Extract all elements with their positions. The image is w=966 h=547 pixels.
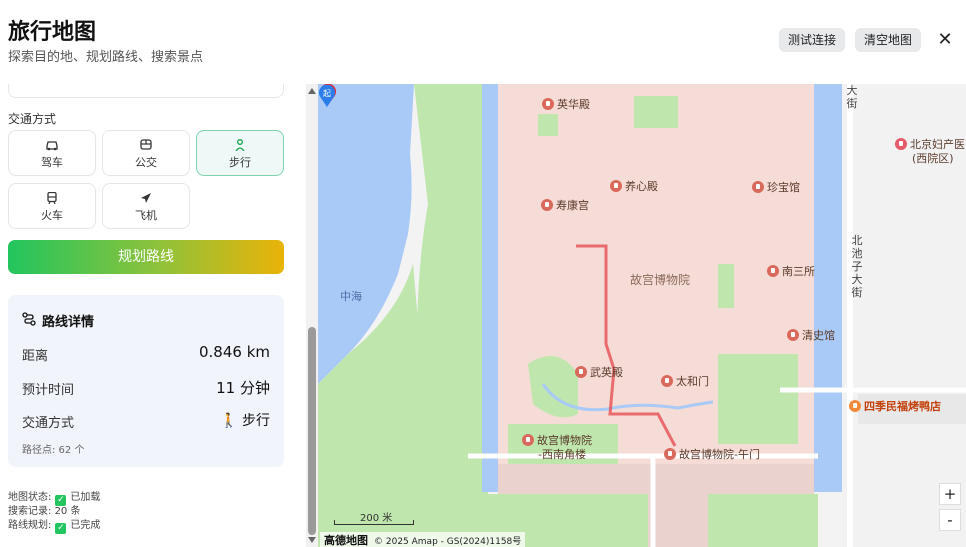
mode-driving-button[interactable]: 驾车 [8, 130, 96, 176]
poi-label: 寿康宫 [556, 199, 589, 212]
route-status: 路线规划: ✓ 已完成 [8, 516, 100, 534]
scroll-down-arrow-icon[interactable] [308, 537, 316, 543]
poi-icon [787, 329, 799, 341]
distance-value: 0.846 km [198, 343, 270, 361]
poi-label: 南三所 [782, 265, 815, 278]
sidebar-scrollbar[interactable] [306, 84, 318, 547]
test-connection-button[interactable]: 测试连接 [779, 28, 846, 52]
check-icon: ✓ [55, 523, 67, 534]
poi-marker[interactable]: 养心殿 [610, 178, 658, 194]
scale-bar [334, 520, 414, 525]
poi-marker[interactable]: 南三所 [767, 263, 815, 279]
restaurant-icon [849, 400, 861, 412]
copyright-text: © 2025 Amap - GS(2024)1158号 [374, 537, 522, 547]
poi-label: 太和门 [676, 375, 709, 388]
poi-icon [542, 98, 554, 110]
plan-route-button[interactable]: 规划路线 [8, 240, 284, 274]
status-label: 路线规划: [8, 520, 52, 531]
restaurant-marker[interactable]: 四季民福烤鸭店 [849, 398, 941, 414]
bus-icon [140, 139, 152, 150]
mode-train-button[interactable]: 火车 [8, 183, 96, 229]
hospital-icon [895, 138, 907, 150]
map-canvas [318, 84, 966, 547]
poi-label: (西院区) [912, 152, 954, 165]
poi-label: 珍宝馆 [767, 181, 800, 194]
car-icon [46, 141, 58, 151]
poi-marker[interactable]: 太和门 [661, 373, 709, 389]
area-label: 故宫博物院 [630, 273, 691, 287]
mode-label: 交通方式 [22, 416, 75, 431]
poi-marker[interactable]: 清史馆 [787, 327, 835, 343]
status-value: 已完成 [70, 520, 101, 531]
time-value: 11 分钟 [216, 379, 270, 397]
mode-label: 飞机 [135, 209, 157, 222]
mode-plane-button[interactable]: 飞机 [102, 183, 190, 229]
app-header: 旅行地图 探索目的地、规划路线、搜索景点 测试连接 清空地图 ✕ [0, 0, 966, 84]
amap-logo[interactable]: 高德地图 [324, 534, 368, 547]
mode-walking-button[interactable]: 步行 [196, 130, 284, 176]
app-title: 旅行地图 [8, 20, 97, 45]
zoom-in-button[interactable]: + [939, 483, 961, 505]
poi-marker[interactable]: 武英殿 [575, 364, 623, 380]
start-marker-icon[interactable]: 起 [318, 84, 336, 108]
poi-icon [767, 265, 779, 277]
scroll-up-arrow-icon[interactable] [308, 88, 316, 94]
mode-label: 公交 [135, 156, 157, 169]
poi-marker[interactable]: 珍宝馆 [752, 179, 800, 195]
poi-icon [752, 181, 764, 193]
water-label: 中海 [340, 290, 362, 303]
poi-label: 武英殿 [590, 366, 623, 379]
sidebar: 交通方式 驾车 公交 步行 火车 飞机 规划路线 路线详情 距离 0.846 k… [0, 84, 306, 547]
mode-label: 火车 [41, 209, 63, 222]
poi-label: 清史馆 [802, 329, 835, 342]
poi-marker[interactable]: 故宫博物院-午门 [664, 446, 760, 462]
poi-icon [664, 448, 676, 460]
map-view[interactable]: 英华殿 养心殿 珍宝馆 寿康宫 南三所 清史馆 武英殿 太和门 故宫博物院 -西… [318, 84, 966, 547]
poi-label: 故宫博物院-午门 [679, 448, 760, 461]
app-subtitle: 探索目的地、规划路线、搜索景点 [8, 50, 204, 65]
poi-label: -西南角楼 [538, 448, 586, 461]
route-details-title: 路线详情 [42, 315, 95, 330]
poi-label: 养心殿 [625, 180, 658, 193]
poi-icon [661, 375, 673, 387]
distance-label: 距离 [22, 349, 49, 364]
time-label: 预计时间 [22, 383, 75, 398]
mode-bus-button[interactable]: 公交 [102, 130, 190, 176]
street-label: 大街 [846, 84, 858, 110]
walk-icon [235, 139, 245, 151]
transport-mode-label: 交通方式 [8, 112, 57, 126]
waypoint-count: 路径点: 62 个 [22, 445, 85, 456]
poi-marker[interactable]: 寿康宫 [541, 197, 589, 213]
poi-icon [522, 434, 534, 446]
mode-label: 步行 [229, 156, 251, 169]
search-history-status: 搜索记录: 20 条 [8, 502, 80, 517]
close-icon[interactable]: ✕ [934, 28, 956, 52]
route-details-card: 路线详情 距离 0.846 km 预计时间 11 分钟 交通方式 🚶 步行 路径… [8, 295, 284, 467]
map-attribution: 高德地图 © 2025 Amap - GS(2024)1158号 [320, 532, 526, 547]
poi-label: 英华殿 [557, 98, 590, 111]
clear-map-button[interactable]: 清空地图 [855, 28, 922, 52]
street-label: 北池子大街 [851, 234, 863, 299]
zoom-out-button[interactable]: - [939, 509, 961, 531]
poi-marker[interactable]: 英华殿 [542, 96, 590, 112]
poi-icon [575, 366, 587, 378]
start-marker-label: 起 [323, 89, 331, 98]
train-icon [47, 192, 57, 204]
route-icon [22, 312, 36, 326]
plane-icon [141, 193, 151, 203]
restaurant-label: 四季民福烤鸭店 [864, 400, 941, 413]
mode-label: 驾车 [41, 156, 63, 169]
poi-icon [541, 199, 553, 211]
mode-value: 🚶 步行 [220, 413, 270, 429]
poi-icon [610, 180, 622, 192]
scrollbar-thumb[interactable] [308, 327, 316, 535]
search-input[interactable] [8, 84, 284, 98]
